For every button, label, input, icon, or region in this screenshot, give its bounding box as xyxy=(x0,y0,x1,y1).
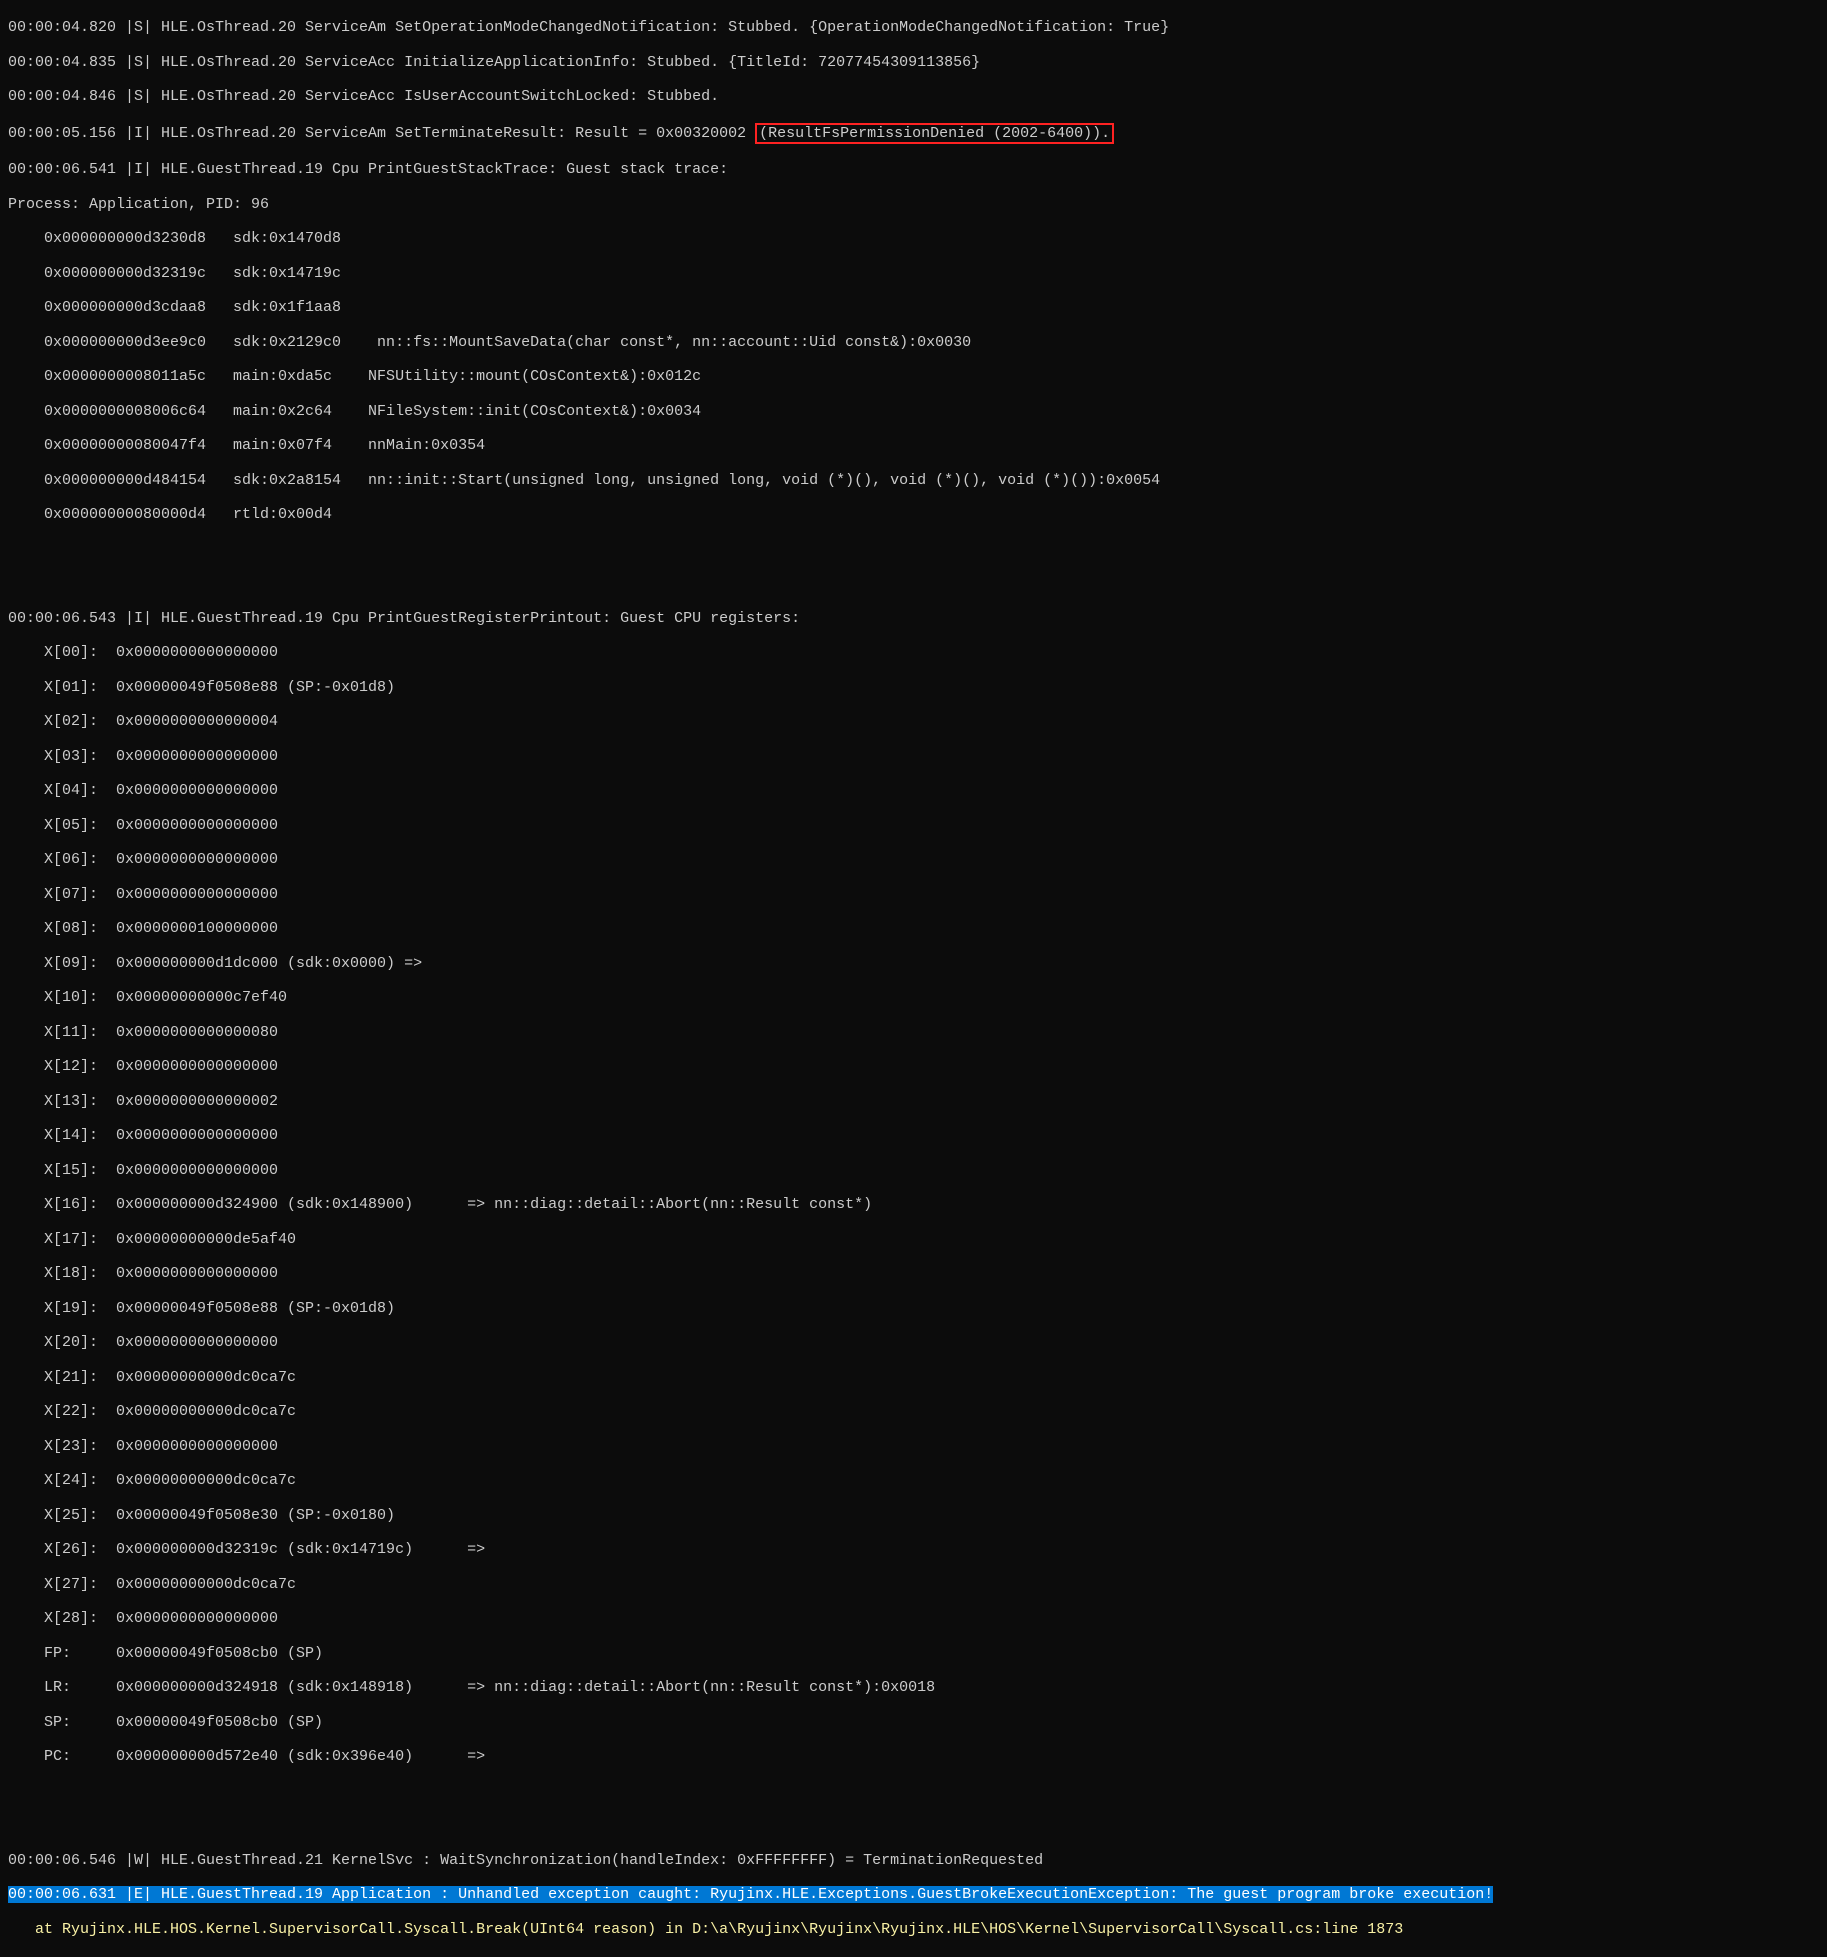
register-line: X[00]: 0x0000000000000000 xyxy=(8,644,1819,661)
blank-line xyxy=(8,1783,1819,1800)
register-line: X[15]: 0x0000000000000000 xyxy=(8,1162,1819,1179)
log-line: 00:00:06.543 |I| HLE.GuestThread.19 Cpu … xyxy=(8,610,1819,627)
log-line: 00:00:04.835 |S| HLE.OsThread.20 Service… xyxy=(8,54,1819,71)
register-line: X[05]: 0x0000000000000000 xyxy=(8,817,1819,834)
register-line: X[21]: 0x00000000000dc0ca7c xyxy=(8,1369,1819,1386)
register-line: X[10]: 0x00000000000c7ef40 xyxy=(8,989,1819,1006)
register-line: X[13]: 0x0000000000000002 xyxy=(8,1093,1819,1110)
log-line: 00:00:04.820 |S| HLE.OsThread.20 Service… xyxy=(8,19,1819,36)
register-line: X[26]: 0x000000000d32319c (sdk:0x14719c)… xyxy=(8,1541,1819,1558)
log-line-error-result: 00:00:05.156 |I| HLE.OsThread.20 Service… xyxy=(8,123,1819,144)
blank-line xyxy=(8,575,1819,592)
register-line: X[08]: 0x0000000100000000 xyxy=(8,920,1819,937)
register-line: X[06]: 0x0000000000000000 xyxy=(8,851,1819,868)
register-line: X[07]: 0x0000000000000000 xyxy=(8,886,1819,903)
stack-frame: 0x000000000d3230d8 sdk:0x1470d8 xyxy=(8,230,1819,247)
log-line: 00:00:04.846 |S| HLE.OsThread.20 Service… xyxy=(8,88,1819,105)
register-line: X[14]: 0x0000000000000000 xyxy=(8,1127,1819,1144)
blank-line xyxy=(8,541,1819,558)
stack-frame: 0x000000000d3ee9c0 sdk:0x2129c0 nn::fs::… xyxy=(8,334,1819,351)
register-line: X[11]: 0x0000000000000080 xyxy=(8,1024,1819,1041)
log-line-warning: 00:00:06.546 |W| HLE.GuestThread.21 Kern… xyxy=(8,1852,1819,1869)
register-line: X[25]: 0x00000049f0508e30 (SP:-0x0180) xyxy=(8,1507,1819,1524)
error-highlight-box: (ResultFsPermissionDenied (2002-6400)). xyxy=(755,123,1114,144)
register-line: X[24]: 0x00000000000dc0ca7c xyxy=(8,1472,1819,1489)
register-line: SP: 0x00000049f0508cb0 (SP) xyxy=(8,1714,1819,1731)
register-line: X[12]: 0x0000000000000000 xyxy=(8,1058,1819,1075)
register-line: X[22]: 0x00000000000dc0ca7c xyxy=(8,1403,1819,1420)
stack-frame: 0x00000000080047f4 main:0x07f4 nnMain:0x… xyxy=(8,437,1819,454)
register-line: X[16]: 0x000000000d324900 (sdk:0x148900)… xyxy=(8,1196,1819,1213)
register-line: X[23]: 0x0000000000000000 xyxy=(8,1438,1819,1455)
stack-frame: 0x000000000d32319c sdk:0x14719c xyxy=(8,265,1819,282)
register-line: X[03]: 0x0000000000000000 xyxy=(8,748,1819,765)
log-line-stacktrace: at Ryujinx.HLE.HOS.Kernel.SupervisorCall… xyxy=(8,1921,1819,1938)
log-line-exception: 00:00:06.631 |E| HLE.GuestThread.19 Appl… xyxy=(8,1886,1819,1903)
register-line: X[02]: 0x0000000000000004 xyxy=(8,713,1819,730)
register-line: X[17]: 0x00000000000de5af40 xyxy=(8,1231,1819,1248)
stack-frame: 0x000000000d484154 sdk:0x2a8154 nn::init… xyxy=(8,472,1819,489)
stack-frame: 0x0000000008011a5c main:0xda5c NFSUtilit… xyxy=(8,368,1819,385)
console-output[interactable]: 00:00:04.820 |S| HLE.OsThread.20 Service… xyxy=(0,0,1827,1957)
selected-text-highlight: 00:00:06.631 |E| HLE.GuestThread.19 Appl… xyxy=(8,1886,1493,1903)
log-line: 00:00:06.541 |I| HLE.GuestThread.19 Cpu … xyxy=(8,161,1819,178)
register-line: LR: 0x000000000d324918 (sdk:0x148918) =>… xyxy=(8,1679,1819,1696)
stack-frame: 0x00000000080000d4 rtld:0x00d4 xyxy=(8,506,1819,523)
register-line: PC: 0x000000000d572e40 (sdk:0x396e40) => xyxy=(8,1748,1819,1765)
stack-frame: 0x0000000008006c64 main:0x2c64 NFileSyst… xyxy=(8,403,1819,420)
register-line: X[19]: 0x00000049f0508e88 (SP:-0x01d8) xyxy=(8,1300,1819,1317)
stack-frame: 0x000000000d3cdaa8 sdk:0x1f1aa8 xyxy=(8,299,1819,316)
register-line: FP: 0x00000049f0508cb0 (SP) xyxy=(8,1645,1819,1662)
register-line: X[09]: 0x000000000d1dc000 (sdk:0x0000) =… xyxy=(8,955,1819,972)
register-line: X[27]: 0x00000000000dc0ca7c xyxy=(8,1576,1819,1593)
register-line: X[20]: 0x0000000000000000 xyxy=(8,1334,1819,1351)
blank-line xyxy=(8,1817,1819,1834)
log-line: Process: Application, PID: 96 xyxy=(8,196,1819,213)
register-line: X[18]: 0x0000000000000000 xyxy=(8,1265,1819,1282)
register-line: X[01]: 0x00000049f0508e88 (SP:-0x01d8) xyxy=(8,679,1819,696)
register-line: X[04]: 0x0000000000000000 xyxy=(8,782,1819,799)
register-line: X[28]: 0x0000000000000000 xyxy=(8,1610,1819,1627)
